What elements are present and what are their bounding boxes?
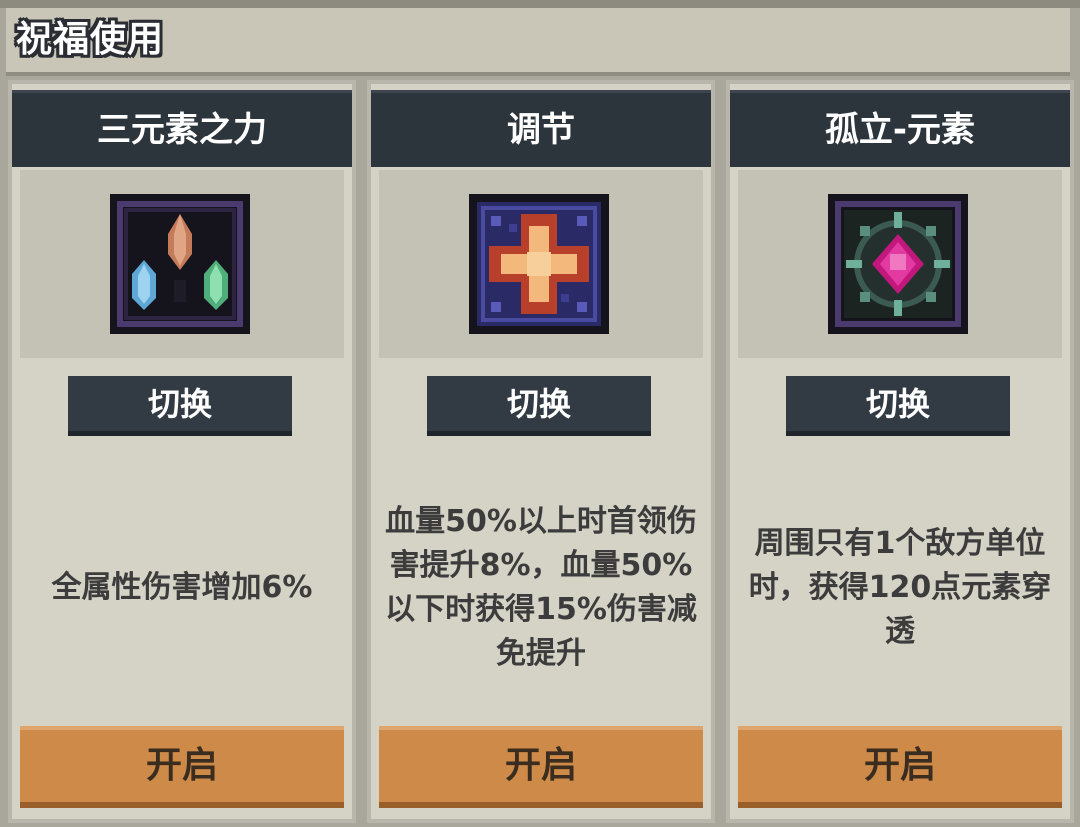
- card-header: 孤立-元素: [730, 90, 1070, 167]
- switch-button[interactable]: 切换: [68, 376, 292, 436]
- icon-panel: [738, 170, 1062, 358]
- switch-button[interactable]: 切换: [786, 376, 1010, 436]
- top-border: [0, 0, 1080, 8]
- blessing-card-regulation: 调节 切换 血量50%以上时首领伤害提升8%，血量50%以下时获得15%伤害减免…: [367, 80, 715, 823]
- blessing-description: 周围只有1个敌方单位时，获得120点元素穿透: [748, 526, 1052, 649]
- blessing-description: 血量50%以上时首领伤害提升8%，血量50%以下时获得15%伤害减免提升: [385, 504, 697, 671]
- icon-panel: [20, 170, 344, 358]
- open-button[interactable]: 开启: [738, 726, 1062, 808]
- card-title: 三元素之力: [97, 110, 267, 150]
- page-title: 祝福使用: [16, 19, 165, 60]
- card-header: 三元素之力: [12, 90, 352, 167]
- card-header: 调节: [371, 90, 711, 167]
- card-title: 孤立-元素: [824, 110, 976, 150]
- open-button[interactable]: 开启: [379, 726, 703, 808]
- page-header: 祝福使用: [6, 8, 1070, 76]
- switch-button-label: 切换: [147, 385, 212, 423]
- open-button-label: 开启: [504, 745, 577, 786]
- open-button-label: 开启: [863, 745, 936, 786]
- switch-button[interactable]: 切换: [427, 376, 651, 436]
- regulation-cross-icon: [469, 194, 609, 334]
- three-elements-crystal-icon: [110, 194, 250, 334]
- icon-panel: [379, 170, 703, 358]
- switch-button-label: 切换: [865, 385, 930, 423]
- open-button[interactable]: 开启: [20, 726, 344, 808]
- card-title: 调节: [507, 110, 575, 150]
- switch-button-label: 切换: [506, 385, 571, 423]
- blessing-card-three-elements: 三元素之力 切换 全属性伤害增加6% 开启: [8, 80, 356, 823]
- open-button-label: 开启: [145, 745, 218, 786]
- blessing-card-isolated-element: 孤立-元素 切换 周围只有1个敌方单位时，获得120点元素穿透 开启: [726, 80, 1074, 823]
- blessing-description: 全属性伤害增加6%: [51, 570, 313, 605]
- isolated-element-gem-icon: [828, 194, 968, 334]
